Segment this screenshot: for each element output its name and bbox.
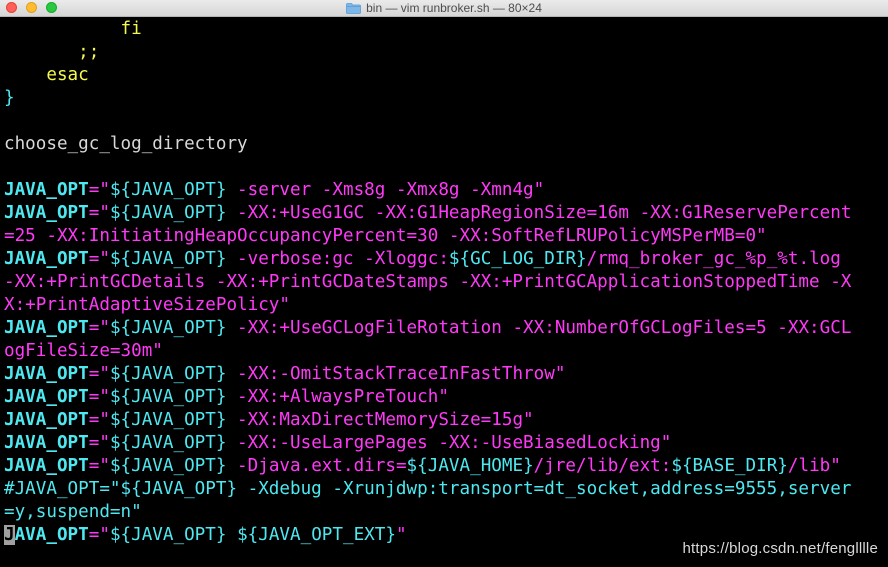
code-token: =" — [88, 318, 110, 338]
code-token: ogFileSize=30m" — [4, 341, 163, 361]
code-token: /lib" — [787, 456, 841, 476]
code-line: } — [4, 87, 15, 110]
code-token: =" — [88, 203, 110, 223]
code-token: =" — [88, 525, 110, 545]
code-line: ;; — [4, 41, 99, 64]
code-line: JAVA_OPT="${JAVA_OPT} -server -Xms8g -Xm… — [4, 179, 544, 202]
code-token: -Djava.ext.dirs= — [226, 456, 407, 476]
code-token: AVA_OPT — [14, 525, 89, 545]
code-token: -XX:+UseG1GC -XX:G1HeapRegionSize=16m -X… — [226, 203, 852, 223]
code-token: ${BASE_DIR} — [671, 456, 788, 476]
code-token: -XX:MaxDirectMemorySize=15g" — [226, 410, 534, 430]
code-line: #JAVA_OPT="${JAVA_OPT} -Xdebug -Xrunjdwp… — [4, 478, 851, 501]
code-line: JAVA_OPT="${JAVA_OPT} -XX:+AlwaysPreTouc… — [4, 386, 449, 409]
code-token: JAVA_OPT — [4, 387, 89, 407]
code-token: =" — [88, 364, 110, 384]
code-token: ${JAVA_OPT} — [109, 456, 227, 476]
code-line: JAVA_OPT="${JAVA_OPT} ${JAVA_OPT_EXT}" — [4, 524, 407, 547]
code-line: JAVA_OPT="${JAVA_OPT} -XX:-UseLargePages… — [4, 432, 671, 455]
code-token: -verbose:gc -Xloggc: — [226, 249, 449, 269]
code-token: JAVA_OPT — [4, 410, 89, 430]
code-token: =" — [88, 433, 110, 453]
code-token: JAVA_OPT — [4, 318, 89, 338]
code-line: JAVA_OPT="${JAVA_OPT} -Djava.ext.dirs=${… — [4, 455, 841, 478]
code-token: -XX:-OmitStackTraceInFastThrow" — [226, 364, 566, 384]
code-token: -server -Xms8g -Xmx8g -Xmn4g" — [226, 180, 545, 200]
code-token: -XX:+AlwaysPreTouch" — [226, 387, 449, 407]
code-token: } — [4, 88, 15, 108]
code-line: X:+PrintAdaptiveSizePolicy" — [4, 294, 290, 317]
code-token: X:+PrintAdaptiveSizePolicy" — [4, 295, 290, 315]
code-token: JAVA_OPT — [4, 364, 89, 384]
code-token: #JAVA_OPT="${JAVA_OPT} -Xdebug -Xrunjdwp… — [4, 479, 852, 499]
code-line: ogFileSize=30m" — [4, 340, 163, 363]
code-token: JAVA_OPT — [4, 249, 89, 269]
code-token: JAVA_OPT — [4, 203, 89, 223]
code-line: JAVA_OPT="${JAVA_OPT} -XX:MaxDirectMemor… — [4, 409, 534, 432]
cursor-char: J — [4, 525, 15, 545]
code-token: ${JAVA_OPT} — [109, 387, 227, 407]
code-token: =" — [88, 249, 110, 269]
code-token: ${GC_LOG_DIR} — [448, 249, 587, 269]
code-token: choose_gc_log_directory — [4, 134, 248, 154]
code-token: -XX:+UseGCLogFileRotation -XX:NumberOfGC… — [226, 318, 852, 338]
code-line: JAVA_OPT="${JAVA_OPT} -XX:+UseGCLogFileR… — [4, 317, 851, 340]
code-token: JAVA_OPT — [4, 456, 89, 476]
code-line: esac — [4, 64, 89, 87]
code-token: JAVA_OPT — [4, 433, 89, 453]
code-token: ;; — [4, 42, 100, 62]
code-line: JAVA_OPT="${JAVA_OPT} -verbose:gc -Xlogg… — [4, 248, 841, 271]
code-line: -XX:+PrintGCDetails -XX:+PrintGCDateStam… — [4, 271, 851, 294]
window-title-group: bin — vim runbroker.sh — 80×24 — [0, 0, 888, 16]
code-token: ${JAVA_OPT} — [109, 433, 227, 453]
code-token: ${JAVA_OPT} — [109, 249, 227, 269]
window-titlebar: bin — vim runbroker.sh — 80×24 — [0, 0, 888, 17]
code-token: /jre/lib/ext: — [533, 456, 672, 476]
code-token: -XX:+PrintGCDetails -XX:+PrintGCDateStam… — [4, 272, 852, 292]
terminal-editor-area[interactable]: fi ;; esac} choose_gc_log_directory JAVA_O… — [0, 18, 888, 567]
watermark-text: https://blog.csdn.net/fenglllle — [682, 540, 878, 557]
code-token: =" — [88, 456, 110, 476]
code-token: ${JAVA_OPT} — [109, 525, 227, 545]
code-line: choose_gc_log_directory — [4, 133, 248, 156]
code-line: JAVA_OPT="${JAVA_OPT} -XX:-OmitStackTrac… — [4, 363, 565, 386]
code-line: =25 -XX:InitiatingHeapOccupancyPercent=3… — [4, 225, 767, 248]
code-token: JAVA_OPT — [4, 180, 89, 200]
window-title: bin — vim runbroker.sh — 80×24 — [366, 1, 542, 15]
code-token: =y,suspend=n" — [4, 502, 142, 522]
code-line: fi — [4, 18, 142, 41]
code-token: fi — [4, 19, 142, 39]
code-token: =25 -XX:InitiatingHeapOccupancyPercent=3… — [4, 226, 767, 246]
code-token: " — [395, 525, 407, 545]
code-token: ${JAVA_OPT} — [109, 203, 227, 223]
code-token: -XX:-UseLargePages -XX:-UseBiasedLocking… — [226, 433, 672, 453]
code-token: ${JAVA_OPT} — [109, 180, 227, 200]
code-token: ${JAVA_OPT} — [109, 318, 227, 338]
code-token: ${JAVA_OPT_EXT} — [237, 525, 396, 545]
code-line: JAVA_OPT="${JAVA_OPT} -XX:+UseG1GC -XX:G… — [4, 202, 851, 225]
code-token: =" — [88, 180, 110, 200]
code-line: =y,suspend=n" — [4, 501, 142, 524]
code-token: ${JAVA_OPT} — [109, 410, 227, 430]
folder-icon — [346, 2, 362, 14]
code-token: =" — [88, 410, 110, 430]
code-token: ${JAVA_HOME} — [406, 456, 534, 476]
code-token: =" — [88, 387, 110, 407]
code-token: esac — [4, 65, 89, 85]
code-token: ${JAVA_OPT} — [109, 364, 227, 384]
code-token: /rmq_broker_gc_%p_%t.log — [586, 249, 841, 269]
